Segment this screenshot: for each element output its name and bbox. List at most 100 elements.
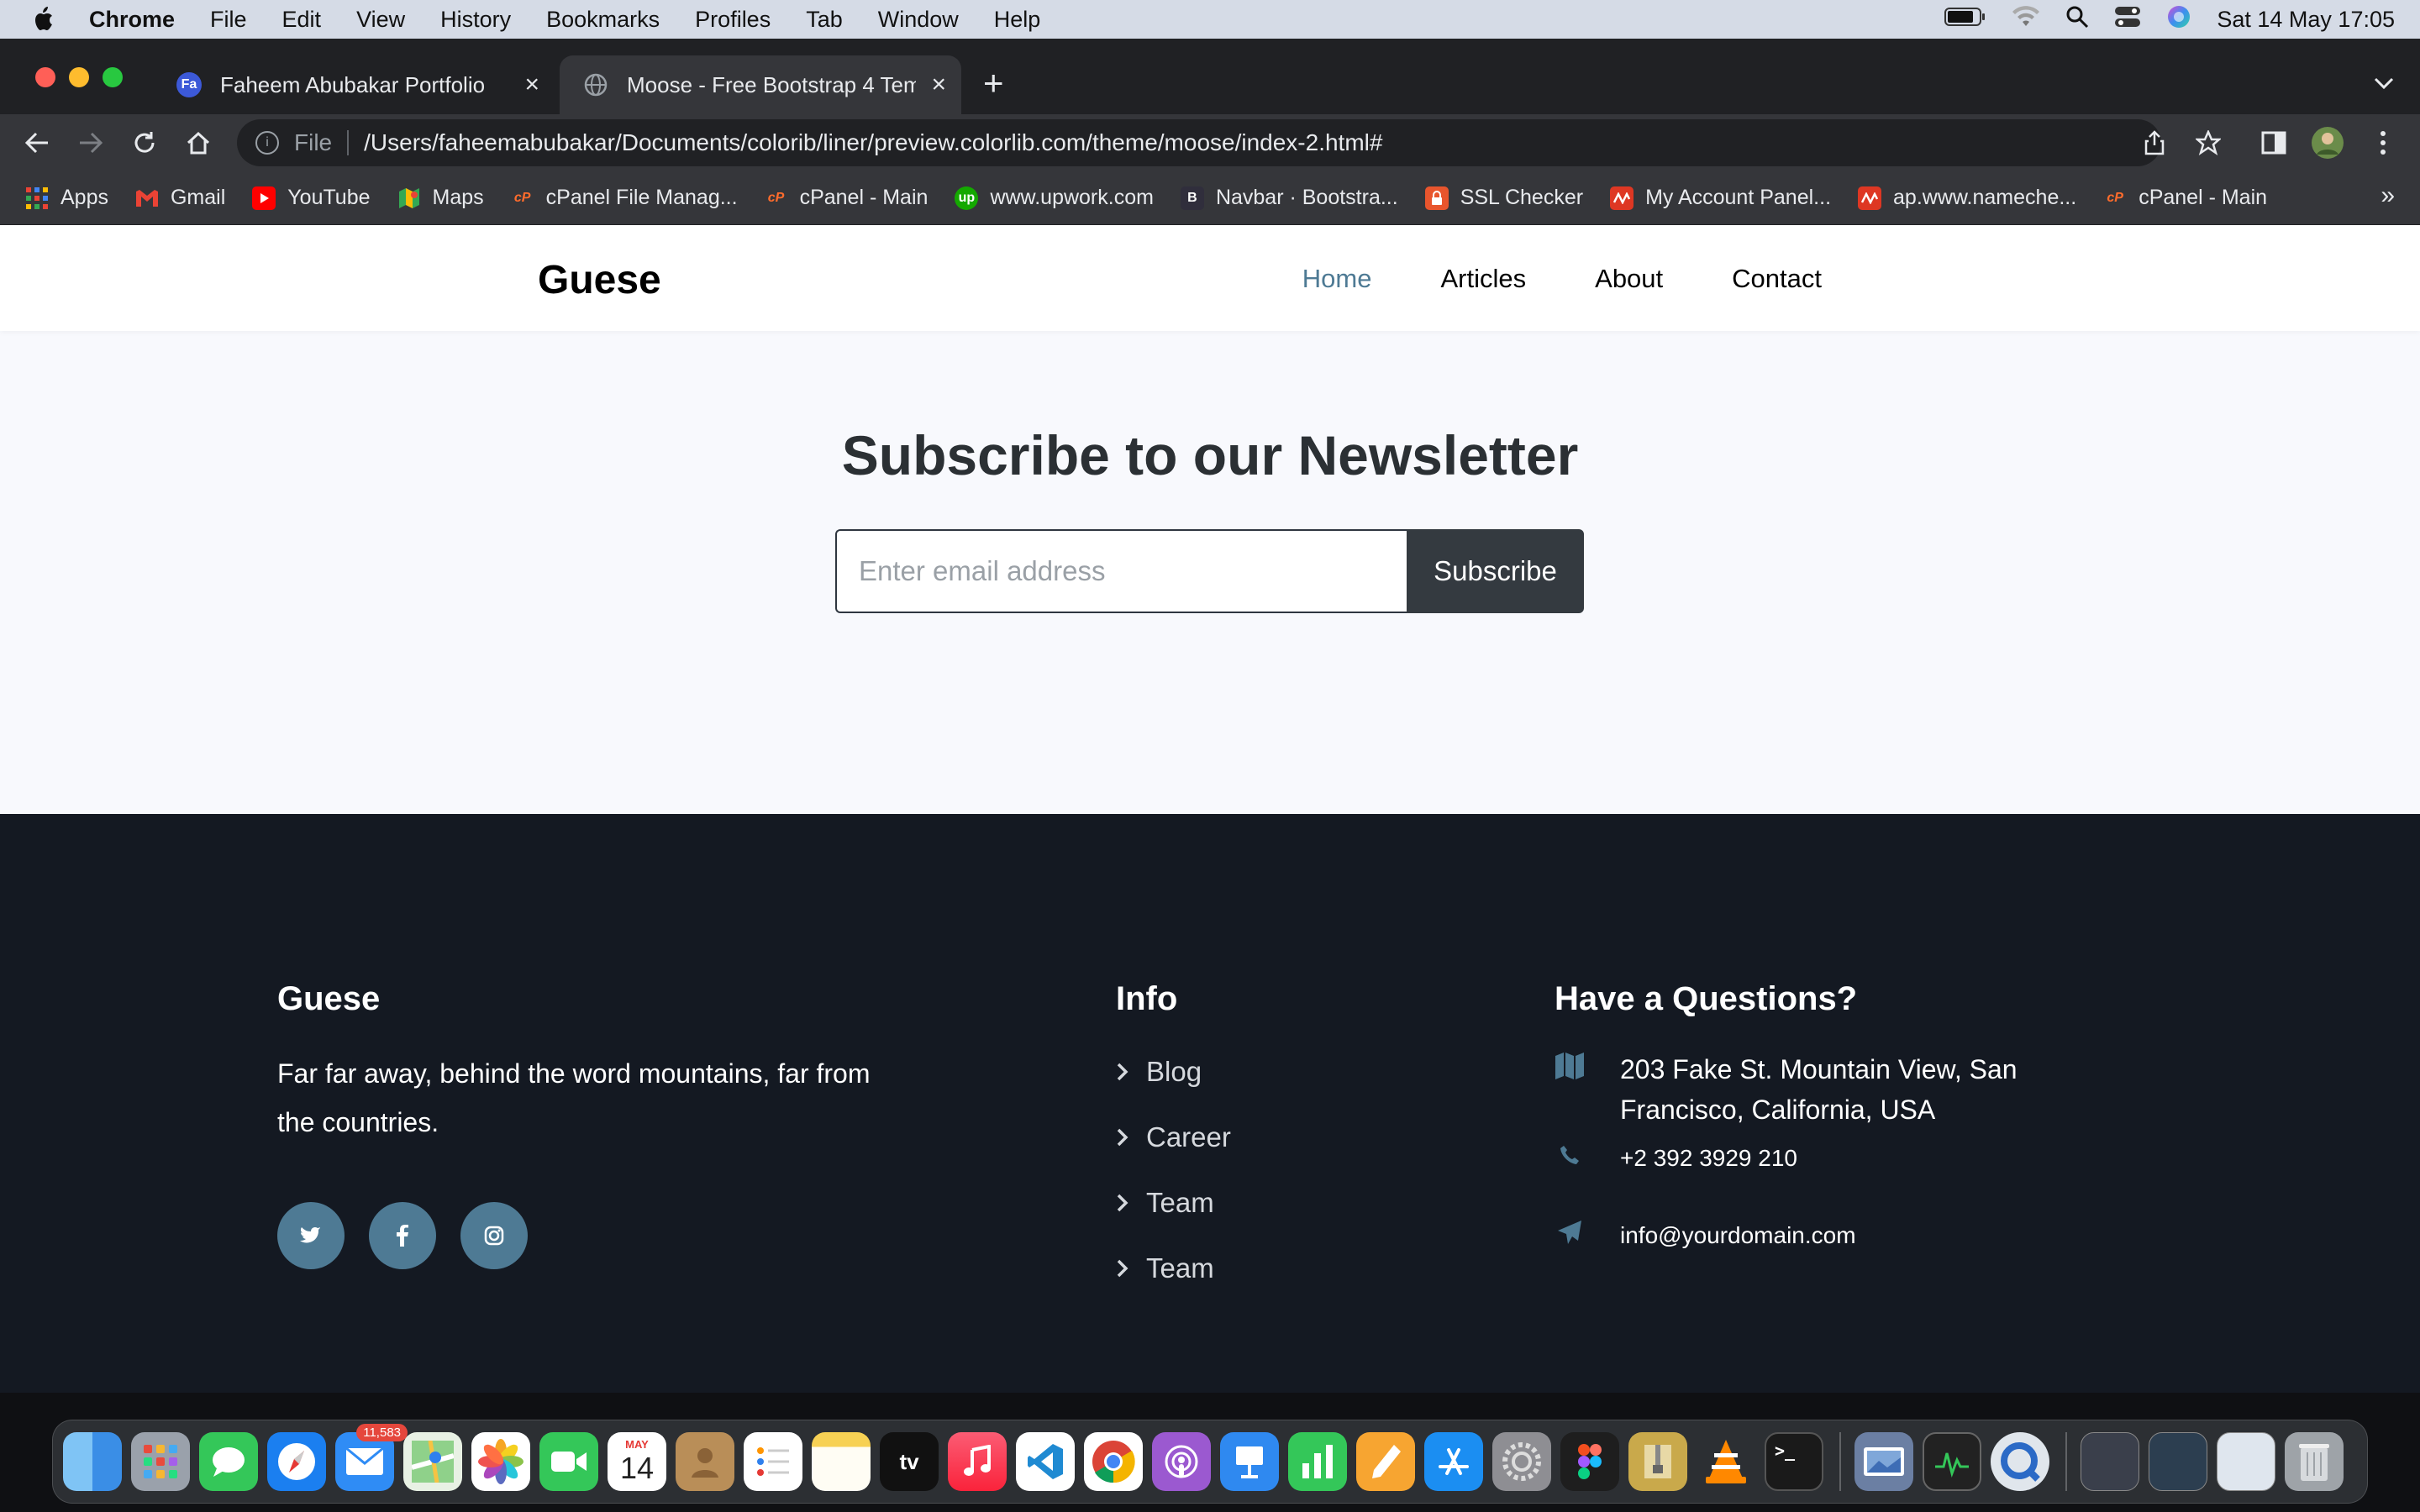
url-text[interactable]: /Users/faheemabubakar/Documents/colorib/… [364,129,1382,156]
twitter-icon[interactable] [277,1202,345,1269]
trash-icon[interactable] [2285,1432,2344,1491]
bookmark-star-icon[interactable] [2191,126,2225,160]
menu-history[interactable]: History [440,7,511,33]
apple-tv-icon[interactable]: tv [880,1432,939,1491]
menu-app-name[interactable]: Chrome [89,7,175,33]
tab-search-chevron-down-icon[interactable] [2373,71,2395,97]
footer-link-career[interactable]: Career [1116,1121,1231,1153]
nav-link-articles[interactable]: Articles [1441,264,1527,294]
bookmark-navbar-bootstrap[interactable]: B Navbar · Bootstra... [1180,186,1398,210]
keynote-icon[interactable] [1220,1432,1279,1491]
bookmark-youtube[interactable]: YouTube [252,186,371,210]
tab-close-icon[interactable]: × [931,71,946,99]
back-arrow-icon[interactable] [20,126,54,160]
bookmark-cpanel-main-2[interactable]: cP cPanel - Main [2103,186,2267,210]
siri-icon[interactable] [2166,4,2191,35]
contacts-icon[interactable] [676,1432,734,1491]
site-info-icon[interactable]: i [255,131,279,155]
bookmark-namecheap-ap[interactable]: ap.www.nameche... [1858,186,2076,210]
window-thumbnail-1[interactable] [2081,1432,2139,1491]
side-panel-icon[interactable] [2257,126,2291,160]
menu-bookmarks[interactable]: Bookmarks [546,7,660,33]
bookmark-my-account-panel[interactable]: My Account Panel... [1610,186,1831,210]
safari-icon[interactable] [267,1432,326,1491]
tab-portfolio[interactable]: Fa Faheem Abubakar Portfolio × [153,55,555,114]
vlc-icon[interactable] [1697,1432,1755,1491]
notes-icon[interactable] [812,1432,871,1491]
window-minimize-button[interactable] [69,67,89,87]
wifi-icon[interactable] [2012,5,2040,34]
new-tab-plus-icon[interactable]: + [983,64,1004,102]
apple-logo-icon[interactable] [32,5,57,34]
pages-icon[interactable] [1356,1432,1415,1491]
podcasts-icon[interactable] [1152,1432,1211,1491]
bookmark-cpanel-main[interactable]: cP cPanel - Main [765,186,929,210]
bookmark-ssl-checker[interactable]: SSL Checker [1424,186,1583,210]
mail-icon[interactable]: 11,583 [335,1424,408,1491]
vscode-icon[interactable] [1016,1432,1075,1491]
reminders-icon[interactable] [744,1432,802,1491]
window-thumbnail-3[interactable] [2217,1432,2275,1491]
bookmark-apps[interactable]: Apps [25,186,108,210]
profile-avatar[interactable] [2311,126,2344,160]
footer-phone[interactable]: +2 392 3929 210 [1620,1138,1797,1179]
footer-link-team[interactable]: Team [1116,1187,1214,1219]
home-icon[interactable] [182,126,215,160]
nav-link-home[interactable]: Home [1302,264,1372,294]
address-bar[interactable]: i File /Users/faheemabubakar/Documents/c… [237,119,2161,166]
archive-utility-icon[interactable] [1628,1432,1687,1491]
finder-icon[interactable] [63,1432,122,1491]
preview-icon[interactable] [1854,1432,1913,1491]
menubar-clock[interactable]: Sat 14 May 17:05 [2217,7,2395,33]
menu-profiles[interactable]: Profiles [695,7,771,33]
tab-close-icon[interactable]: × [524,71,539,99]
facebook-icon[interactable] [369,1202,436,1269]
menu-tab[interactable]: Tab [806,7,843,33]
footer-email[interactable]: info@yourdomain.com [1620,1215,1856,1256]
bookmark-upwork[interactable]: up www.upwork.com [955,186,1154,210]
chrome-menu-kebab-icon[interactable] [2366,126,2400,160]
activity-monitor-icon[interactable] [1923,1432,1981,1491]
bookmark-maps[interactable]: Maps [397,186,484,210]
messages-icon[interactable] [199,1432,258,1491]
music-icon[interactable] [948,1432,1007,1491]
quicktime-icon[interactable] [1991,1432,2049,1491]
bookmark-gmail[interactable]: Gmail [135,186,225,210]
instagram-icon[interactable] [460,1202,528,1269]
menu-file[interactable]: File [210,7,247,33]
numbers-icon[interactable] [1288,1432,1347,1491]
maps-app-icon[interactable] [403,1432,462,1491]
share-icon[interactable] [2138,126,2171,160]
footer-link-blog[interactable]: Blog [1116,1056,1202,1088]
window-thumbnail-2[interactable] [2149,1432,2207,1491]
footer-link-team-2[interactable]: Team [1116,1252,1214,1284]
launchpad-icon[interactable] [131,1432,190,1491]
forward-arrow-icon[interactable] [74,126,108,160]
system-preferences-gear-icon[interactable] [1492,1432,1551,1491]
newsletter-email-input[interactable] [835,529,1407,613]
terminal-icon[interactable]: >_ [1765,1432,1823,1491]
nav-link-contact[interactable]: Contact [1732,264,1822,294]
app-store-icon[interactable] [1424,1432,1483,1491]
menu-edit[interactable]: Edit [282,7,322,33]
site-brand-logo[interactable]: Guese [538,257,661,303]
facetime-icon[interactable] [539,1432,598,1491]
figma-icon[interactable] [1560,1432,1619,1491]
bookmark-cpanel-file-manager[interactable]: cP cPanel File Manag... [511,186,738,210]
calendar-icon[interactable]: MAY 14 [608,1432,666,1491]
bookmarks-overflow-chevron-icon[interactable]: » [2381,181,2395,210]
window-close-button[interactable] [35,67,55,87]
window-zoom-button[interactable] [103,67,123,87]
control-center-icon[interactable] [2114,5,2141,34]
spotlight-search-icon[interactable] [2065,5,2089,34]
chrome-icon[interactable] [1084,1432,1143,1491]
photos-icon[interactable] [471,1432,530,1491]
menu-help[interactable]: Help [994,7,1041,33]
nav-link-about[interactable]: About [1595,264,1663,294]
reload-icon[interactable] [128,126,161,160]
menu-view[interactable]: View [356,7,405,33]
tab-moose[interactable]: Moose - Free Bootstrap 4 Temp × [560,55,961,114]
menu-window[interactable]: Window [878,7,959,33]
battery-icon[interactable] [1944,7,1986,33]
subscribe-button[interactable]: Subscribe [1407,529,1584,613]
